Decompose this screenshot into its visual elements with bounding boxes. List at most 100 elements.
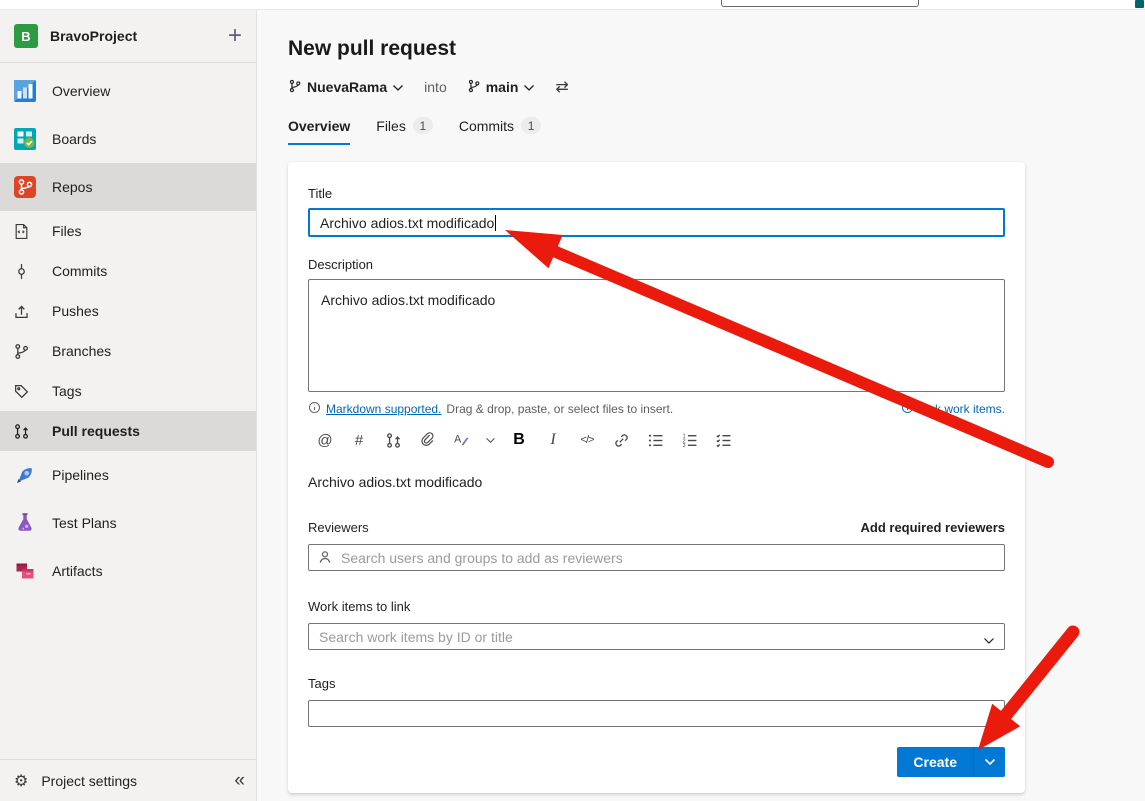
chevron-down-icon xyxy=(392,79,404,95)
link-work-items-link[interactable]: Link work items. xyxy=(919,402,1005,416)
reviewers-input-wrap xyxy=(308,544,1005,571)
collapse-sidebar-icon[interactable]: « xyxy=(234,770,242,792)
tags-input-wrap xyxy=(308,700,1005,727)
boards-icon xyxy=(13,127,41,151)
drag-drop-hint: Drag & drop, paste, or select files to i… xyxy=(446,402,673,416)
chevron-down-icon xyxy=(523,79,535,95)
bold-icon[interactable]: B xyxy=(502,428,536,452)
top-nav-strip xyxy=(0,0,1145,10)
work-items-label: Work items to link xyxy=(308,599,1005,614)
sidebar-item-boards[interactable]: Boards xyxy=(0,115,256,163)
reviewers-input[interactable] xyxy=(308,544,1005,571)
project-avatar: B xyxy=(14,24,38,48)
bullet-list-icon[interactable] xyxy=(638,428,672,452)
branch-icon xyxy=(288,79,302,96)
target-branch-selector[interactable]: main xyxy=(467,79,536,96)
sidebar-item-branches[interactable]: Branches xyxy=(0,331,256,371)
create-options-chevron[interactable] xyxy=(974,747,1005,777)
code-icon[interactable]: </> xyxy=(570,428,604,452)
mention-icon[interactable]: @ xyxy=(308,428,342,452)
tags-label: Tags xyxy=(308,676,1005,691)
source-branch-selector[interactable]: NuevaRama xyxy=(288,79,404,96)
azure-devops-app: B BravoProject + Overview Boards Repos xyxy=(0,0,1145,801)
pull-request-icon[interactable] xyxy=(376,428,410,452)
pull-request-icon xyxy=(13,423,41,440)
markdown-toolbar: @ # A B I </> xyxy=(308,428,1005,452)
project-header: B BravoProject + xyxy=(0,10,256,62)
files-icon xyxy=(13,223,41,240)
numbered-list-icon[interactable]: 123 xyxy=(672,428,706,452)
description-hints: Markdown supported. Drag & drop, paste, … xyxy=(308,401,1005,417)
add-project-item-icon[interactable]: + xyxy=(228,24,242,48)
tags-input[interactable] xyxy=(308,700,1005,727)
test-plans-icon xyxy=(13,511,41,535)
project-sidebar: B BravoProject + Overview Boards Repos xyxy=(0,10,257,801)
create-button[interactable]: Create xyxy=(897,747,973,777)
project-settings-label: Project settings xyxy=(41,773,137,789)
title-input[interactable]: Archivo adios.txt modificado xyxy=(308,208,1005,237)
work-items-input[interactable] xyxy=(308,623,1005,650)
tab-commits[interactable]: Commits 1 xyxy=(459,117,541,145)
into-label: into xyxy=(424,79,447,95)
commits-count-badge: 1 xyxy=(521,117,541,134)
attach-icon[interactable] xyxy=(410,428,444,452)
sidebar-item-overview[interactable]: Overview xyxy=(0,67,256,115)
target-branch-name: main xyxy=(486,79,519,95)
tab-files[interactable]: Files 1 xyxy=(376,117,433,145)
pushes-icon xyxy=(13,303,41,320)
divider xyxy=(0,62,256,63)
project-settings-row[interactable]: ⚙ Project settings « xyxy=(0,759,256,801)
create-split-button: Create xyxy=(897,747,1005,777)
gear-icon: ⚙ xyxy=(14,771,28,791)
files-count-badge: 1 xyxy=(413,117,433,134)
format-chevron-icon[interactable] xyxy=(478,428,502,452)
commits-icon xyxy=(13,263,41,280)
text-cursor xyxy=(495,215,496,231)
italic-icon[interactable]: I xyxy=(536,428,570,452)
person-icon xyxy=(317,549,333,570)
overview-icon xyxy=(13,79,41,103)
chevron-down-icon[interactable] xyxy=(983,632,995,650)
markdown-supported-link[interactable]: Markdown supported. xyxy=(326,402,441,416)
artifacts-icon xyxy=(13,559,41,583)
tab-overview[interactable]: Overview xyxy=(288,117,350,145)
page-title: New pull request xyxy=(288,37,1145,61)
main-content: New pull request NuevaRama into main xyxy=(257,10,1145,801)
swap-branches-icon[interactable]: ⇄ xyxy=(555,77,568,97)
reviewers-label: Reviewers xyxy=(308,520,369,535)
branch-selector-row: NuevaRama into main ⇄ xyxy=(288,77,1145,97)
work-item-icon[interactable]: # xyxy=(342,428,376,452)
title-label: Title xyxy=(308,186,1005,201)
avatar-fragment[interactable] xyxy=(1135,0,1144,8)
sidebar-item-files[interactable]: Files xyxy=(0,211,256,251)
sidebar-item-artifacts[interactable]: Artifacts xyxy=(0,547,256,595)
branch-icon xyxy=(467,79,481,96)
svg-text:3: 3 xyxy=(682,443,685,449)
new-pr-form-card: Title Archivo adios.txt modificado Descr… xyxy=(288,162,1025,793)
pr-tabs: Overview Files 1 Commits 1 xyxy=(288,117,1145,145)
sidebar-item-test-plans[interactable]: Test Plans xyxy=(0,499,256,547)
add-required-reviewers-link[interactable]: Add required reviewers xyxy=(861,520,1006,535)
description-label: Description xyxy=(308,257,1005,272)
link-icon[interactable] xyxy=(604,428,638,452)
work-items-input-wrap xyxy=(308,623,1005,650)
task-list-icon[interactable] xyxy=(706,428,740,452)
description-preview-text: Archivo adios.txt modificado xyxy=(308,474,1005,490)
sidebar-item-tags[interactable]: Tags xyxy=(0,371,256,411)
format-icon[interactable]: A xyxy=(444,428,478,452)
search-box-fragment[interactable] xyxy=(721,0,919,7)
sidebar-item-pull-requests[interactable]: Pull requests xyxy=(0,411,256,451)
sidebar-item-repos[interactable]: Repos xyxy=(0,163,256,211)
info-icon xyxy=(901,401,914,417)
description-input[interactable]: Archivo adios.txt modificado xyxy=(308,279,1005,392)
project-name[interactable]: BravoProject xyxy=(50,28,137,44)
repos-icon xyxy=(13,175,41,199)
sidebar-item-pushes[interactable]: Pushes xyxy=(0,291,256,331)
info-icon xyxy=(308,401,321,417)
sidebar-item-commits[interactable]: Commits xyxy=(0,251,256,291)
pipelines-icon xyxy=(13,463,41,487)
sidebar-item-pipelines[interactable]: Pipelines xyxy=(0,451,256,499)
tags-icon xyxy=(13,383,41,400)
svg-text:A: A xyxy=(454,433,462,445)
source-branch-name: NuevaRama xyxy=(307,79,387,95)
